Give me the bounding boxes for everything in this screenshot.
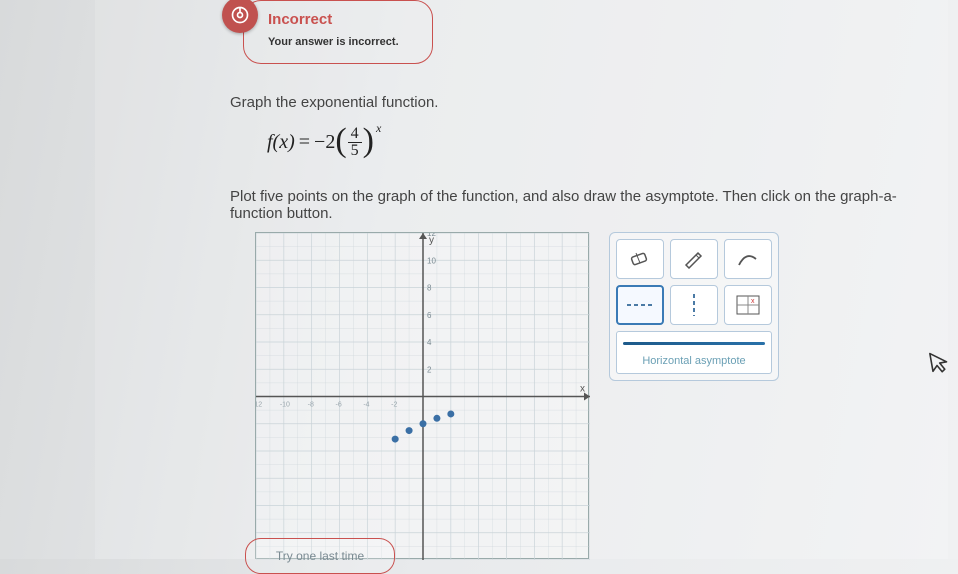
svg-text:6: 6 xyxy=(427,311,432,320)
tool-preview: Horizontal asymptote xyxy=(616,331,772,374)
graph-canvas[interactable]: yx24681012-12-10-8-6-4-2 xyxy=(255,232,589,559)
toolbox: x Horizontal asymptote xyxy=(609,232,779,381)
paren-right: ) xyxy=(363,126,374,157)
svg-text:x: x xyxy=(751,298,755,305)
function-formula: f(x) = −2 ( 4 5 ) x xyxy=(267,126,381,159)
curve-icon xyxy=(736,249,760,269)
v-asymptote-tool-button[interactable] xyxy=(670,285,718,325)
asymptote-preview-label: Horizontal asymptote xyxy=(623,355,765,367)
curve-tool-button[interactable] xyxy=(724,239,772,279)
graph-svg[interactable]: yx24681012-12-10-8-6-4-2 xyxy=(256,233,590,560)
cursor-icon xyxy=(928,348,953,381)
svg-text:-12: -12 xyxy=(256,402,262,409)
svg-text:x: x xyxy=(580,384,585,395)
paren-left: ( xyxy=(335,126,346,157)
try-again-label: Try one last time xyxy=(276,549,364,563)
svg-text:-4: -4 xyxy=(363,402,369,409)
asymptote-preview-line xyxy=(623,342,765,345)
formula-fraction: 4 5 xyxy=(348,126,362,159)
h-asymptote-tool-button[interactable] xyxy=(616,285,664,325)
pencil-icon xyxy=(682,249,706,269)
eraser-icon xyxy=(628,249,652,269)
svg-text:2: 2 xyxy=(427,365,432,374)
try-again-button[interactable]: Try one last time xyxy=(245,538,395,574)
graph-function-icon: x xyxy=(735,294,761,316)
feedback-box: Incorrect Your answer is incorrect. xyxy=(243,0,433,64)
pencil-tool-button[interactable] xyxy=(670,239,718,279)
formula-coef: −2 xyxy=(314,131,335,154)
incorrect-icon xyxy=(222,0,258,33)
svg-text:4: 4 xyxy=(427,338,432,347)
eraser-tool-button[interactable] xyxy=(616,239,664,279)
h-asymptote-icon xyxy=(625,298,655,312)
question-prompt: Graph the exponential function. xyxy=(230,94,438,111)
svg-text:-10: -10 xyxy=(280,402,290,409)
v-asymptote-icon xyxy=(687,292,701,318)
svg-text:-8: -8 xyxy=(308,402,314,409)
feedback-message: Your answer is incorrect. xyxy=(268,36,420,48)
feedback-title: Incorrect xyxy=(268,11,420,28)
question-panel: Incorrect Your answer is incorrect. Grap… xyxy=(95,0,948,559)
question-instruction: Plot five points on the graph of the fun… xyxy=(230,188,948,222)
formula-exp: x xyxy=(376,121,381,136)
svg-text:8: 8 xyxy=(427,284,432,293)
fraction-num: 4 xyxy=(348,126,362,143)
graph-function-button[interactable]: x xyxy=(724,285,772,325)
svg-text:-2: -2 xyxy=(391,402,397,409)
formula-eq: = xyxy=(299,131,310,154)
svg-text:12: 12 xyxy=(427,233,436,238)
svg-text:-6: -6 xyxy=(336,402,342,409)
formula-lhs: f(x) xyxy=(267,131,295,154)
fraction-den: 5 xyxy=(348,143,362,159)
svg-text:10: 10 xyxy=(427,256,436,265)
